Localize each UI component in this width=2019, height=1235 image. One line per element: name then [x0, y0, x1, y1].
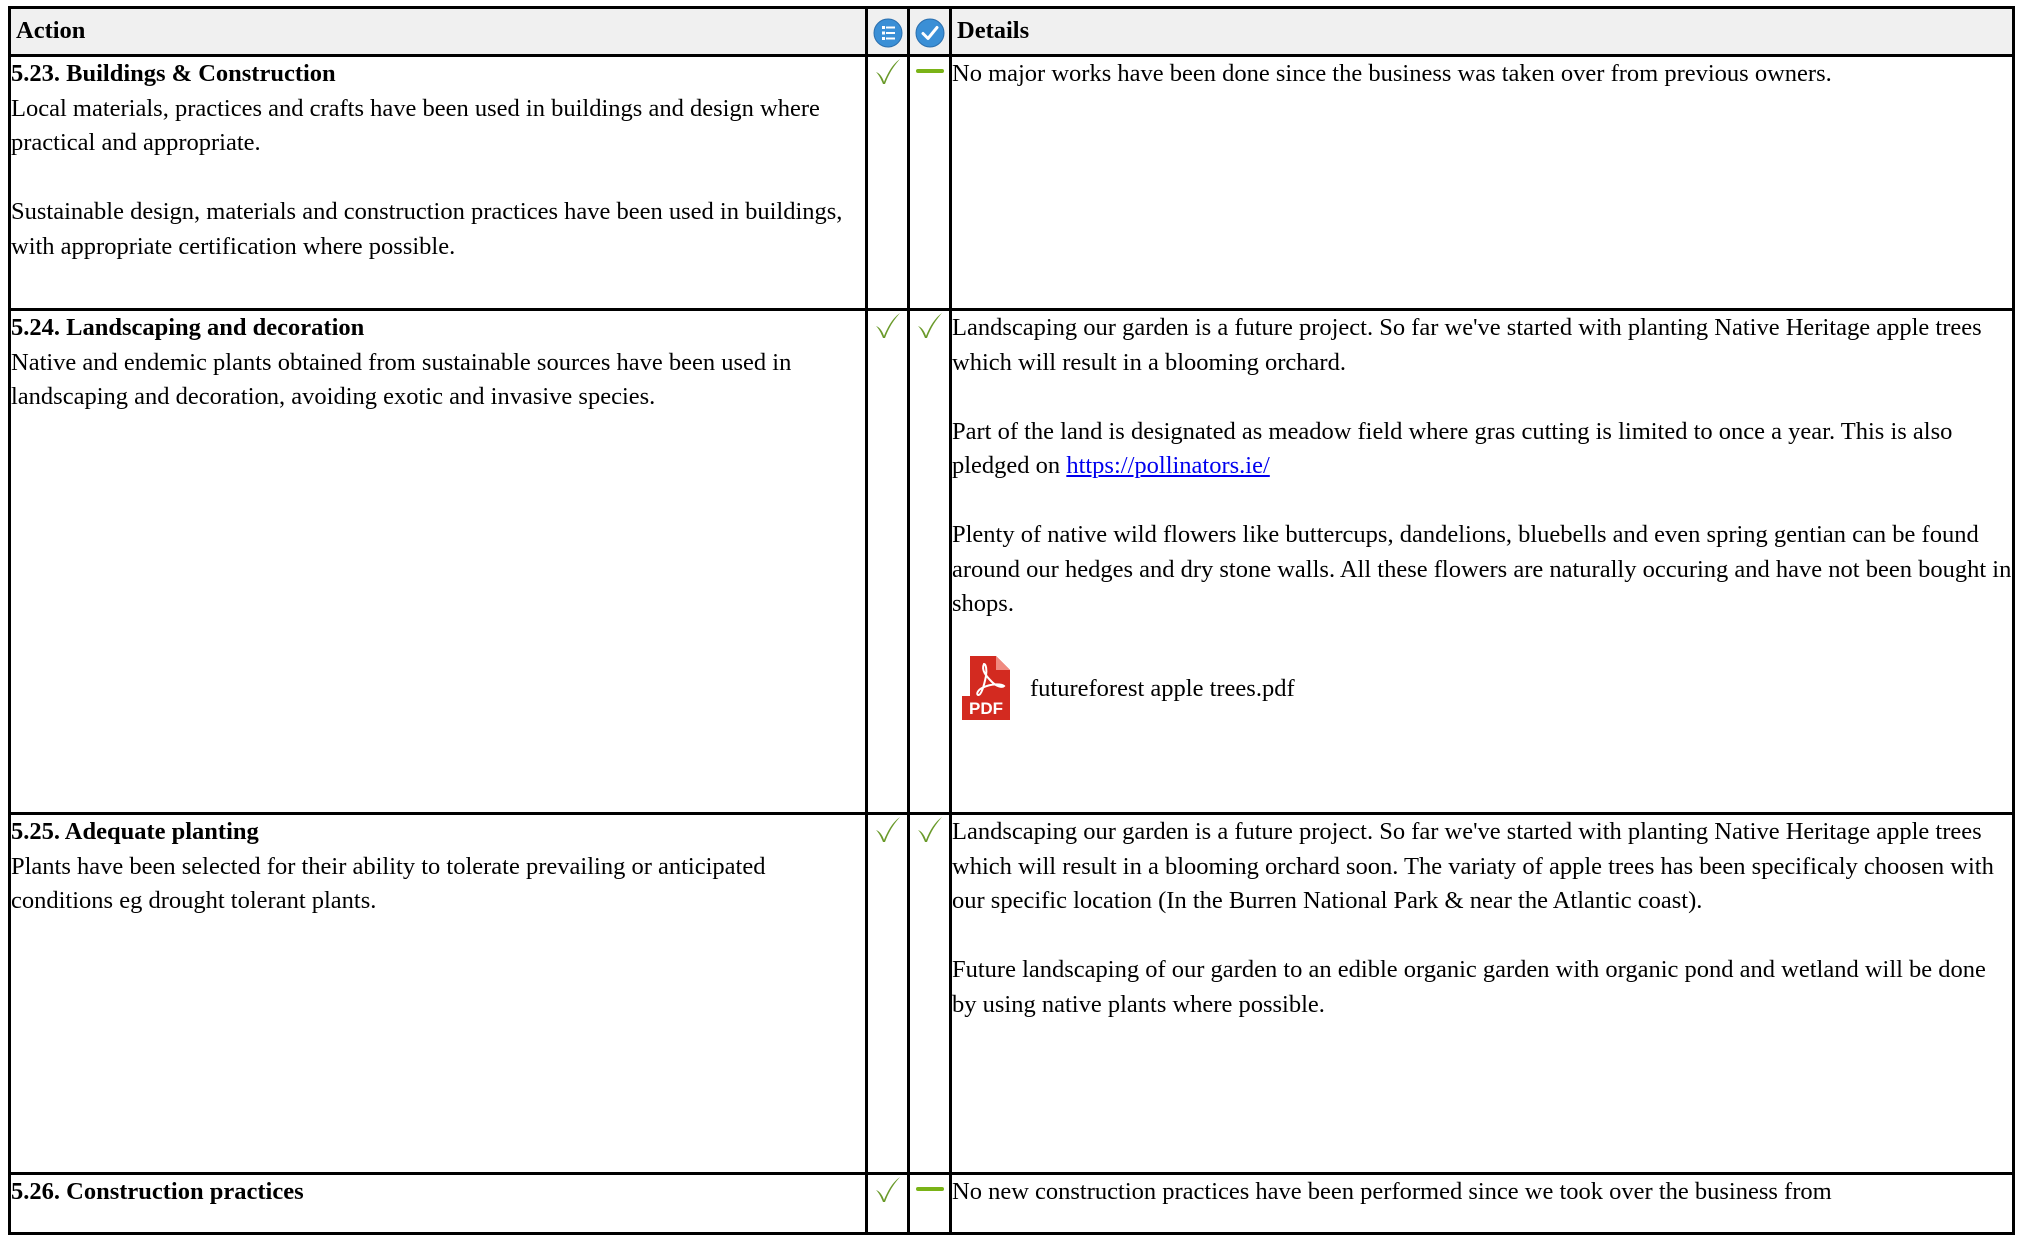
details-paragraph: Part of the land is designated as meadow…	[952, 415, 2012, 484]
pdf-attachment[interactable]: PDF futureforest apple trees.pdf	[962, 656, 2012, 722]
column-header-action: Action	[8, 6, 868, 57]
info-status-cell[interactable]	[865, 54, 910, 311]
details-text: No new construction practices have been …	[952, 1178, 1832, 1205]
compliance-status-cell[interactable]	[907, 812, 952, 1175]
action-cell: 5.24. Landscaping and decoration Native a…	[8, 308, 868, 815]
action-cell: 5.25. Adequate planting Plants have been …	[8, 812, 868, 1175]
table-header-row: Action Details	[8, 6, 2015, 57]
compliance-status-cell[interactable]	[907, 1172, 952, 1235]
check-icon	[917, 313, 942, 338]
action-cell: 5.23. Buildings & Construction Local mate…	[8, 54, 868, 311]
info-status-cell[interactable]	[865, 812, 910, 1175]
check-icon	[875, 817, 900, 842]
details-text: Landscaping our garden is a future proje…	[952, 314, 1982, 376]
check-icon	[917, 817, 942, 842]
info-status-cell[interactable]	[865, 308, 910, 815]
details-text: Plenty of native wild flowers like butte…	[952, 521, 2012, 617]
check-icon	[875, 1177, 900, 1202]
details-cell: Landscaping our garden is a future proje…	[949, 308, 2015, 815]
table-row: 5.25. Adequate planting Plants have been …	[8, 812, 2015, 1175]
compliance-status-cell[interactable]	[907, 308, 952, 815]
pdf-file-icon[interactable]: PDF	[962, 656, 1010, 722]
action-title: 5.26. Construction practices	[11, 1178, 304, 1205]
info-status-cell[interactable]	[865, 1172, 910, 1235]
dash-icon	[915, 69, 944, 73]
list-info-icon	[873, 18, 902, 48]
action-description: Plants have been selected for their abil…	[11, 852, 766, 915]
details-text: No major works have been done since the …	[952, 60, 1832, 87]
details-cell: No new construction practices have been …	[949, 1172, 2015, 1235]
compliance-status-cell[interactable]	[907, 54, 952, 311]
checklist-table: Action Details 5.23. Buildings & Constru…	[8, 6, 2015, 1235]
details-paragraph: Plenty of native wild flowers like butte…	[952, 518, 2012, 622]
column-header-details: Details	[949, 6, 2015, 57]
details-paragraph: No major works have been done since the …	[952, 57, 2012, 92]
table-row: 5.24. Landscaping and decoration Native a…	[8, 308, 2015, 815]
action-description: Local materials, practices and crafts ha…	[11, 94, 843, 260]
check-icon	[875, 59, 900, 84]
action-title: 5.24. Landscaping and decoration	[11, 314, 365, 341]
action-description: Native and endemic plants obtained from …	[11, 348, 792, 411]
details-paragraph: Landscaping our garden is a future proje…	[952, 311, 2012, 380]
dash-icon	[915, 1187, 944, 1191]
details-cell: Landscaping our garden is a future proje…	[949, 812, 2015, 1175]
table-row: 5.26. Construction practices No new const…	[8, 1172, 2015, 1235]
details-text: Landscaping our garden is a future proje…	[952, 818, 1994, 914]
check-circle-icon	[915, 18, 944, 48]
column-header-status[interactable]	[907, 6, 952, 57]
action-title: 5.25. Adequate planting	[11, 818, 259, 845]
check-icon	[875, 313, 900, 338]
details-paragraph: Future landscaping of our garden to an e…	[952, 953, 2012, 1022]
action-title: 5.23. Buildings & Construction	[11, 60, 336, 87]
attachment-filename[interactable]: futureforest apple trees.pdf	[1030, 672, 1295, 707]
column-header-info[interactable]	[865, 6, 910, 57]
details-paragraph: No new construction practices have been …	[952, 1175, 2012, 1210]
details-paragraph: Landscaping our garden is a future proje…	[952, 815, 2012, 919]
pdf-icon-label: PDF	[969, 699, 1003, 718]
pollinators-link[interactable]: https://pollinators.ie/	[1066, 452, 1269, 479]
details-cell: No major works have been done since the …	[949, 54, 2015, 311]
details-text: Future landscaping of our garden to an e…	[952, 956, 1986, 1018]
table-row: 5.23. Buildings & Construction Local mate…	[8, 54, 2015, 311]
action-cell: 5.26. Construction practices	[8, 1172, 868, 1235]
